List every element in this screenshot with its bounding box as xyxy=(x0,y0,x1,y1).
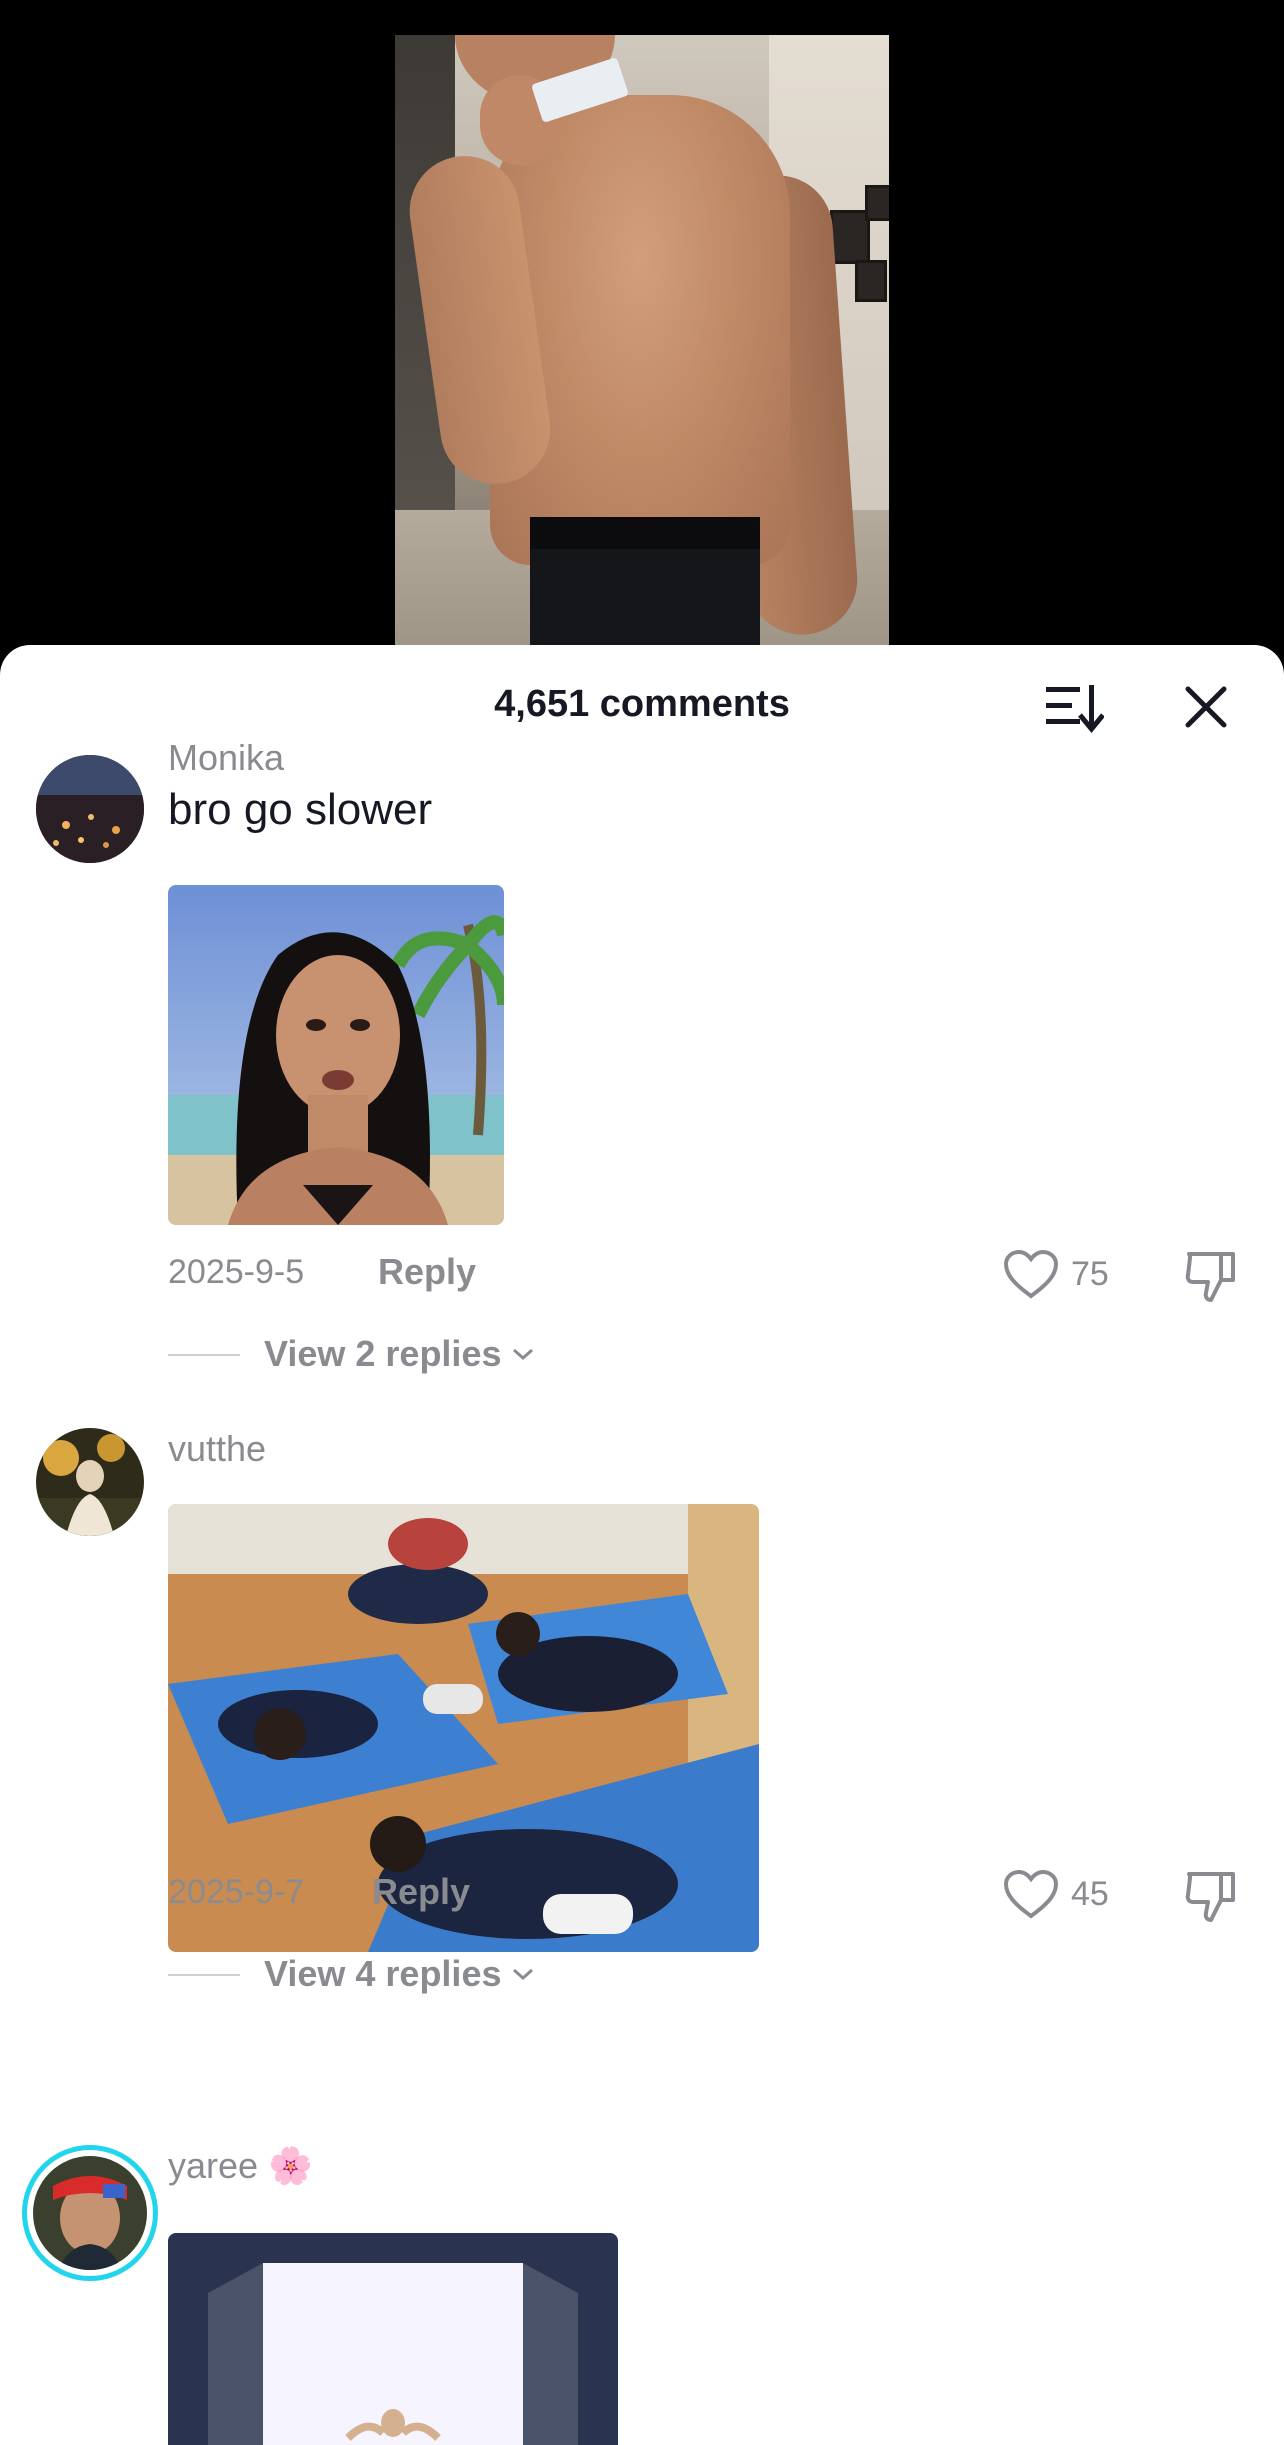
like-count: 75 xyxy=(1071,1255,1109,1293)
reply-button[interactable]: Reply xyxy=(372,1871,470,1913)
replies-divider xyxy=(168,1354,240,1356)
heart-icon[interactable] xyxy=(1003,1249,1059,1301)
comment-username[interactable]: vutthe xyxy=(168,1428,266,1470)
avatar-story-ring[interactable] xyxy=(22,2145,158,2281)
comment-username[interactable]: yaree 🌸 xyxy=(168,2145,313,2187)
like-count: 45 xyxy=(1071,1875,1109,1913)
avatar[interactable] xyxy=(36,755,144,863)
dislike-icon[interactable] xyxy=(1183,1248,1239,1304)
view-replies-button[interactable]: View 2 replies xyxy=(264,1333,535,1375)
dislike-icon[interactable] xyxy=(1183,1868,1239,1924)
comment-image[interactable] xyxy=(168,885,504,1225)
reply-button[interactable]: Reply xyxy=(378,1251,476,1293)
heart-icon[interactable] xyxy=(1003,1869,1059,1921)
video-frame[interactable] xyxy=(395,35,889,660)
close-icon[interactable] xyxy=(1180,681,1232,733)
view-replies-button[interactable]: View 4 replies xyxy=(264,1953,535,1995)
comments-sheet: 4,651 comments Monika bro go slower 2025… xyxy=(0,645,1284,2445)
chevron-down-icon xyxy=(513,1968,534,1981)
avatar xyxy=(33,2156,147,2270)
video-player[interactable] xyxy=(0,0,1284,660)
sort-icon[interactable] xyxy=(1044,681,1104,733)
view-replies-label: View 2 replies xyxy=(264,1333,502,1374)
chevron-down-icon xyxy=(513,1348,534,1361)
replies-divider xyxy=(168,1974,240,1976)
comment-username[interactable]: Monika xyxy=(168,737,284,779)
comment-date: 2025-9-5 xyxy=(168,1253,305,1291)
comment-date: 2025-9-7 xyxy=(168,1873,305,1911)
view-replies-label: View 4 replies xyxy=(264,1953,502,1994)
comment-image[interactable] xyxy=(168,2233,618,2445)
avatar[interactable] xyxy=(36,1428,144,1536)
comment-text: bro go slower xyxy=(168,785,433,834)
